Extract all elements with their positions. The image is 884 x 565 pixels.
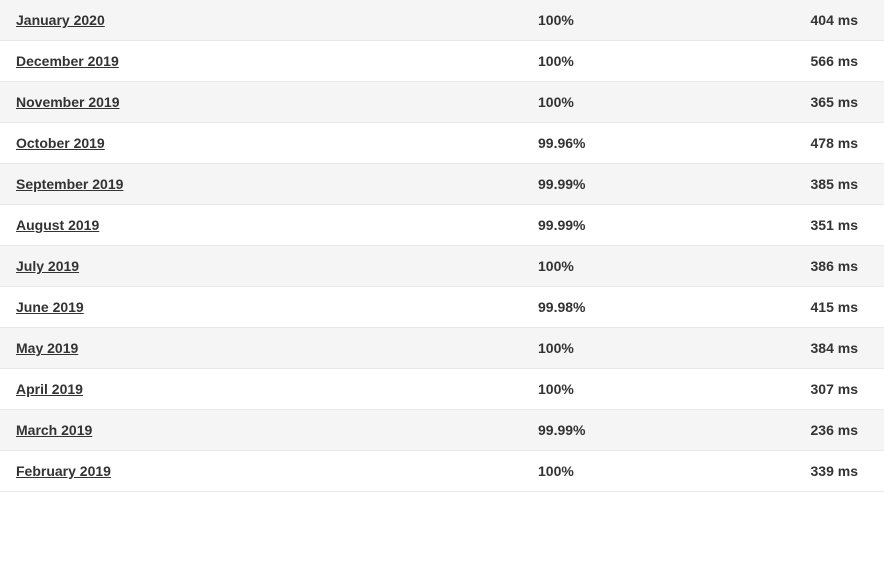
response-column: 236 ms	[718, 422, 868, 438]
table-row: October 2019 99.96% 478 ms	[0, 123, 884, 164]
month-column: March 2019	[16, 422, 518, 438]
uptime-value: 100%	[538, 94, 574, 110]
response-column: 384 ms	[718, 340, 868, 356]
response-column: 339 ms	[718, 463, 868, 479]
uptime-value: 100%	[538, 53, 574, 69]
response-value: 365 ms	[811, 94, 858, 110]
response-column: 478 ms	[718, 135, 868, 151]
table-row: November 2019 100% 365 ms	[0, 82, 884, 123]
response-value: 566 ms	[811, 53, 858, 69]
response-value: 384 ms	[811, 340, 858, 356]
month-link[interactable]: September 2019	[16, 176, 123, 192]
response-value: 386 ms	[811, 258, 858, 274]
month-link[interactable]: April 2019	[16, 381, 83, 397]
response-column: 415 ms	[718, 299, 868, 315]
response-value: 236 ms	[811, 422, 858, 438]
table-row: March 2019 99.99% 236 ms	[0, 410, 884, 451]
month-link[interactable]: June 2019	[16, 299, 84, 315]
month-link[interactable]: August 2019	[16, 217, 99, 233]
uptime-column: 100%	[518, 381, 718, 397]
uptime-column: 100%	[518, 340, 718, 356]
uptime-value: 99.96%	[538, 135, 585, 151]
uptime-value: 99.99%	[538, 176, 585, 192]
month-column: November 2019	[16, 94, 518, 110]
table-row: September 2019 99.99% 385 ms	[0, 164, 884, 205]
table-row: December 2019 100% 566 ms	[0, 41, 884, 82]
uptime-value: 100%	[538, 258, 574, 274]
table-row: April 2019 100% 307 ms	[0, 369, 884, 410]
month-link[interactable]: May 2019	[16, 340, 78, 356]
uptime-column: 100%	[518, 94, 718, 110]
month-column: February 2019	[16, 463, 518, 479]
uptime-column: 99.98%	[518, 299, 718, 315]
uptime-column: 99.99%	[518, 422, 718, 438]
month-column: August 2019	[16, 217, 518, 233]
response-column: 404 ms	[718, 12, 868, 28]
month-link[interactable]: November 2019	[16, 94, 120, 110]
response-value: 339 ms	[811, 463, 858, 479]
month-link[interactable]: December 2019	[16, 53, 119, 69]
uptime-column: 100%	[518, 258, 718, 274]
month-column: January 2020	[16, 12, 518, 28]
table-row: July 2019 100% 386 ms	[0, 246, 884, 287]
uptime-table: January 2020 100% 404 ms December 2019 100% 5…	[0, 0, 884, 492]
uptime-column: 100%	[518, 463, 718, 479]
uptime-value: 100%	[538, 340, 574, 356]
month-column: December 2019	[16, 53, 518, 69]
uptime-value: 99.99%	[538, 217, 585, 233]
response-column: 365 ms	[718, 94, 868, 110]
table-row: August 2019 99.99% 351 ms	[0, 205, 884, 246]
month-link[interactable]: February 2019	[16, 463, 111, 479]
response-value: 307 ms	[811, 381, 858, 397]
month-column: July 2019	[16, 258, 518, 274]
month-column: April 2019	[16, 381, 518, 397]
response-value: 385 ms	[811, 176, 858, 192]
table-row: June 2019 99.98% 415 ms	[0, 287, 884, 328]
month-link[interactable]: July 2019	[16, 258, 79, 274]
uptime-value: 100%	[538, 463, 574, 479]
response-column: 386 ms	[718, 258, 868, 274]
response-column: 307 ms	[718, 381, 868, 397]
table-row: May 2019 100% 384 ms	[0, 328, 884, 369]
uptime-value: 99.99%	[538, 422, 585, 438]
uptime-column: 100%	[518, 12, 718, 28]
uptime-value: 100%	[538, 12, 574, 28]
month-column: May 2019	[16, 340, 518, 356]
month-link[interactable]: January 2020	[16, 12, 105, 28]
month-column: October 2019	[16, 135, 518, 151]
uptime-column: 99.99%	[518, 176, 718, 192]
month-column: June 2019	[16, 299, 518, 315]
table-row: February 2019 100% 339 ms	[0, 451, 884, 492]
uptime-value: 99.98%	[538, 299, 585, 315]
uptime-column: 100%	[518, 53, 718, 69]
response-column: 351 ms	[718, 217, 868, 233]
uptime-column: 99.96%	[518, 135, 718, 151]
uptime-column: 99.99%	[518, 217, 718, 233]
response-value: 415 ms	[811, 299, 858, 315]
month-link[interactable]: October 2019	[16, 135, 105, 151]
uptime-value: 100%	[538, 381, 574, 397]
response-value: 351 ms	[811, 217, 858, 233]
response-column: 566 ms	[718, 53, 868, 69]
response-column: 385 ms	[718, 176, 868, 192]
response-value: 478 ms	[811, 135, 858, 151]
month-link[interactable]: March 2019	[16, 422, 92, 438]
table-row: January 2020 100% 404 ms	[0, 0, 884, 41]
response-value: 404 ms	[811, 12, 858, 28]
month-column: September 2019	[16, 176, 518, 192]
